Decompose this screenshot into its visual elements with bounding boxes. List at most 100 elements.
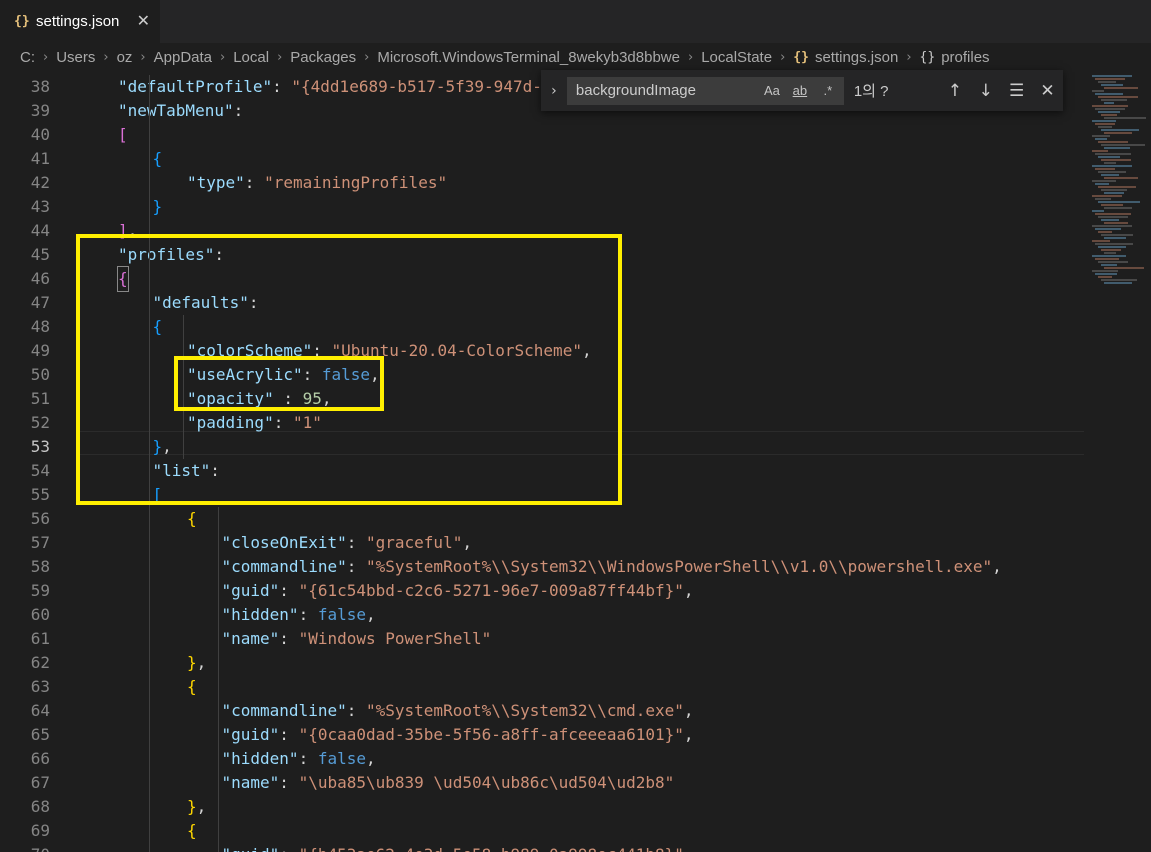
minimap-line xyxy=(1101,234,1133,236)
code-token: "{b453ae62-4e3d-5e58-b989-0a998ec441b8}" xyxy=(299,845,684,852)
indent-guide xyxy=(217,507,219,852)
minimap-line xyxy=(1092,90,1104,92)
minimap-line xyxy=(1101,249,1121,251)
code-token: { xyxy=(152,149,163,168)
line-number: 43 xyxy=(30,197,50,216)
code-line: { xyxy=(187,675,197,699)
breadcrumb-segment[interactable]: Local xyxy=(233,49,269,66)
minimap-line xyxy=(1104,177,1138,179)
minimap-line xyxy=(1095,183,1109,185)
minimap-line xyxy=(1104,192,1124,194)
code-line: "defaultProfile": "{4dd1e689-b517-5f39-9… xyxy=(118,75,590,99)
find-input[interactable] xyxy=(567,77,758,104)
minimap-line xyxy=(1104,87,1138,89)
code-token: : xyxy=(279,725,299,744)
code-line: "guid": "{61c54bbd-c2c6-5271-96e7-009a87… xyxy=(222,579,694,603)
breadcrumb-file[interactable]: settings.json xyxy=(815,49,898,66)
arrow-up-icon[interactable]: ↑ xyxy=(939,81,970,101)
code-line: [ xyxy=(118,123,128,147)
code-token: "name" xyxy=(221,629,280,648)
minimap-line xyxy=(1095,213,1131,215)
breadcrumb-segment[interactable]: Microsoft.WindowsTerminal_8wekyb3d8bbwe xyxy=(377,49,680,66)
code-token: , xyxy=(684,845,694,852)
line-number: 56 xyxy=(30,509,50,528)
minimap-line xyxy=(1092,75,1132,77)
breadcrumb-segment[interactable]: C: xyxy=(20,49,35,66)
code-token: : xyxy=(272,77,292,96)
breadcrumb-segment[interactable]: oz xyxy=(117,49,133,66)
code-line: "name": "\uba85\ub839 \ud504\ub86c\ud504… xyxy=(222,771,675,795)
match-case-option[interactable]: Aa xyxy=(758,83,786,98)
code-token: "hidden" xyxy=(221,749,299,768)
line-number: 57 xyxy=(30,533,50,552)
match-whole-word-option[interactable]: ab xyxy=(786,83,814,98)
close-icon[interactable]: ✕ xyxy=(1032,81,1063,101)
minimap-line xyxy=(1098,201,1140,203)
minimap-line xyxy=(1098,141,1128,143)
find-input-box[interactable]: Aa ab .* xyxy=(566,76,844,105)
line-number: 64 xyxy=(30,701,50,720)
code-line: }, xyxy=(187,795,206,819)
code-token: { xyxy=(187,821,197,840)
chevron-right-icon: › xyxy=(140,49,146,65)
find-in-selection-icon[interactable]: ☰ xyxy=(1001,81,1032,101)
breadcrumb-symbol[interactable]: profiles xyxy=(941,49,989,66)
minimap-line xyxy=(1101,144,1145,146)
minimap-line xyxy=(1101,189,1127,191)
code-token: , xyxy=(992,557,1002,576)
code-token: : xyxy=(233,101,244,120)
line-number: 69 xyxy=(30,821,50,840)
breadcrumb: C: › Users › oz › AppData › Local › Packages › Micro… xyxy=(0,43,1151,71)
code-token: : xyxy=(279,845,298,852)
minimap-line xyxy=(1092,135,1110,137)
minimap-line xyxy=(1101,84,1123,86)
line-number: 40 xyxy=(30,125,50,144)
breadcrumb-segment[interactable]: Packages xyxy=(290,49,356,66)
code-token: : xyxy=(279,581,299,600)
code-line: { xyxy=(187,819,197,843)
code-token: , xyxy=(366,605,376,624)
code-token: , xyxy=(196,797,207,816)
breadcrumb-segment[interactable]: Users xyxy=(56,49,95,66)
chevron-right-icon: › xyxy=(103,49,109,65)
code-token: : xyxy=(244,173,265,192)
minimap-line xyxy=(1092,180,1116,182)
arrow-down-icon[interactable]: ↓ xyxy=(970,81,1001,101)
line-number: 65 xyxy=(30,725,50,744)
code-line: "name": "Windows PowerShell" xyxy=(222,627,492,651)
line-number: 70 xyxy=(0,843,50,852)
minimap-line xyxy=(1101,279,1137,281)
code-token: "guid" xyxy=(221,725,280,744)
code-line: "closeOnExit": "graceful", xyxy=(222,531,472,555)
minimap-line xyxy=(1095,153,1131,155)
code-token: "commandline" xyxy=(221,557,347,576)
code-token: "{0caa0dad-35be-5f56-a8ff-afceeeaa6101}" xyxy=(298,725,684,744)
minimap-line xyxy=(1092,150,1108,152)
minimap-line xyxy=(1101,219,1119,221)
find-widget: › Aa ab .* 1의 ? ↑ ↓ ☰ ✕ xyxy=(541,70,1063,111)
toggle-replace-chevron-icon[interactable]: › xyxy=(541,83,567,99)
minimap-line xyxy=(1092,255,1126,257)
code-line: { xyxy=(187,507,197,531)
minimap[interactable] xyxy=(1086,71,1151,852)
minimap-line xyxy=(1095,243,1133,245)
minimap-line xyxy=(1098,156,1120,158)
minimap-line xyxy=(1104,132,1132,134)
minimap-line xyxy=(1098,126,1112,128)
close-icon[interactable]: ✕ xyxy=(137,11,150,30)
minimap-line xyxy=(1092,240,1110,242)
breadcrumb-segment[interactable]: LocalState xyxy=(701,49,772,66)
minimap-line xyxy=(1104,207,1132,209)
regex-option[interactable]: .* xyxy=(814,83,842,98)
minimap-line xyxy=(1104,252,1116,254)
match-count: 1의 ? xyxy=(853,83,889,100)
tab-settings-json[interactable]: {} settings.json ✕ xyxy=(0,0,160,43)
code-token: "name" xyxy=(221,773,280,792)
minimap-line xyxy=(1098,216,1128,218)
code-token: : xyxy=(298,749,318,768)
minimap-line xyxy=(1095,273,1117,275)
breadcrumb-segment[interactable]: AppData xyxy=(154,49,212,66)
code-token: : xyxy=(346,557,366,576)
line-number: 45 xyxy=(30,245,50,264)
line-number-gutter: 38 39 40 41 42 43 44 45 46 47 48 49 50 51 52 53 54 55 56 57… xyxy=(0,71,66,852)
